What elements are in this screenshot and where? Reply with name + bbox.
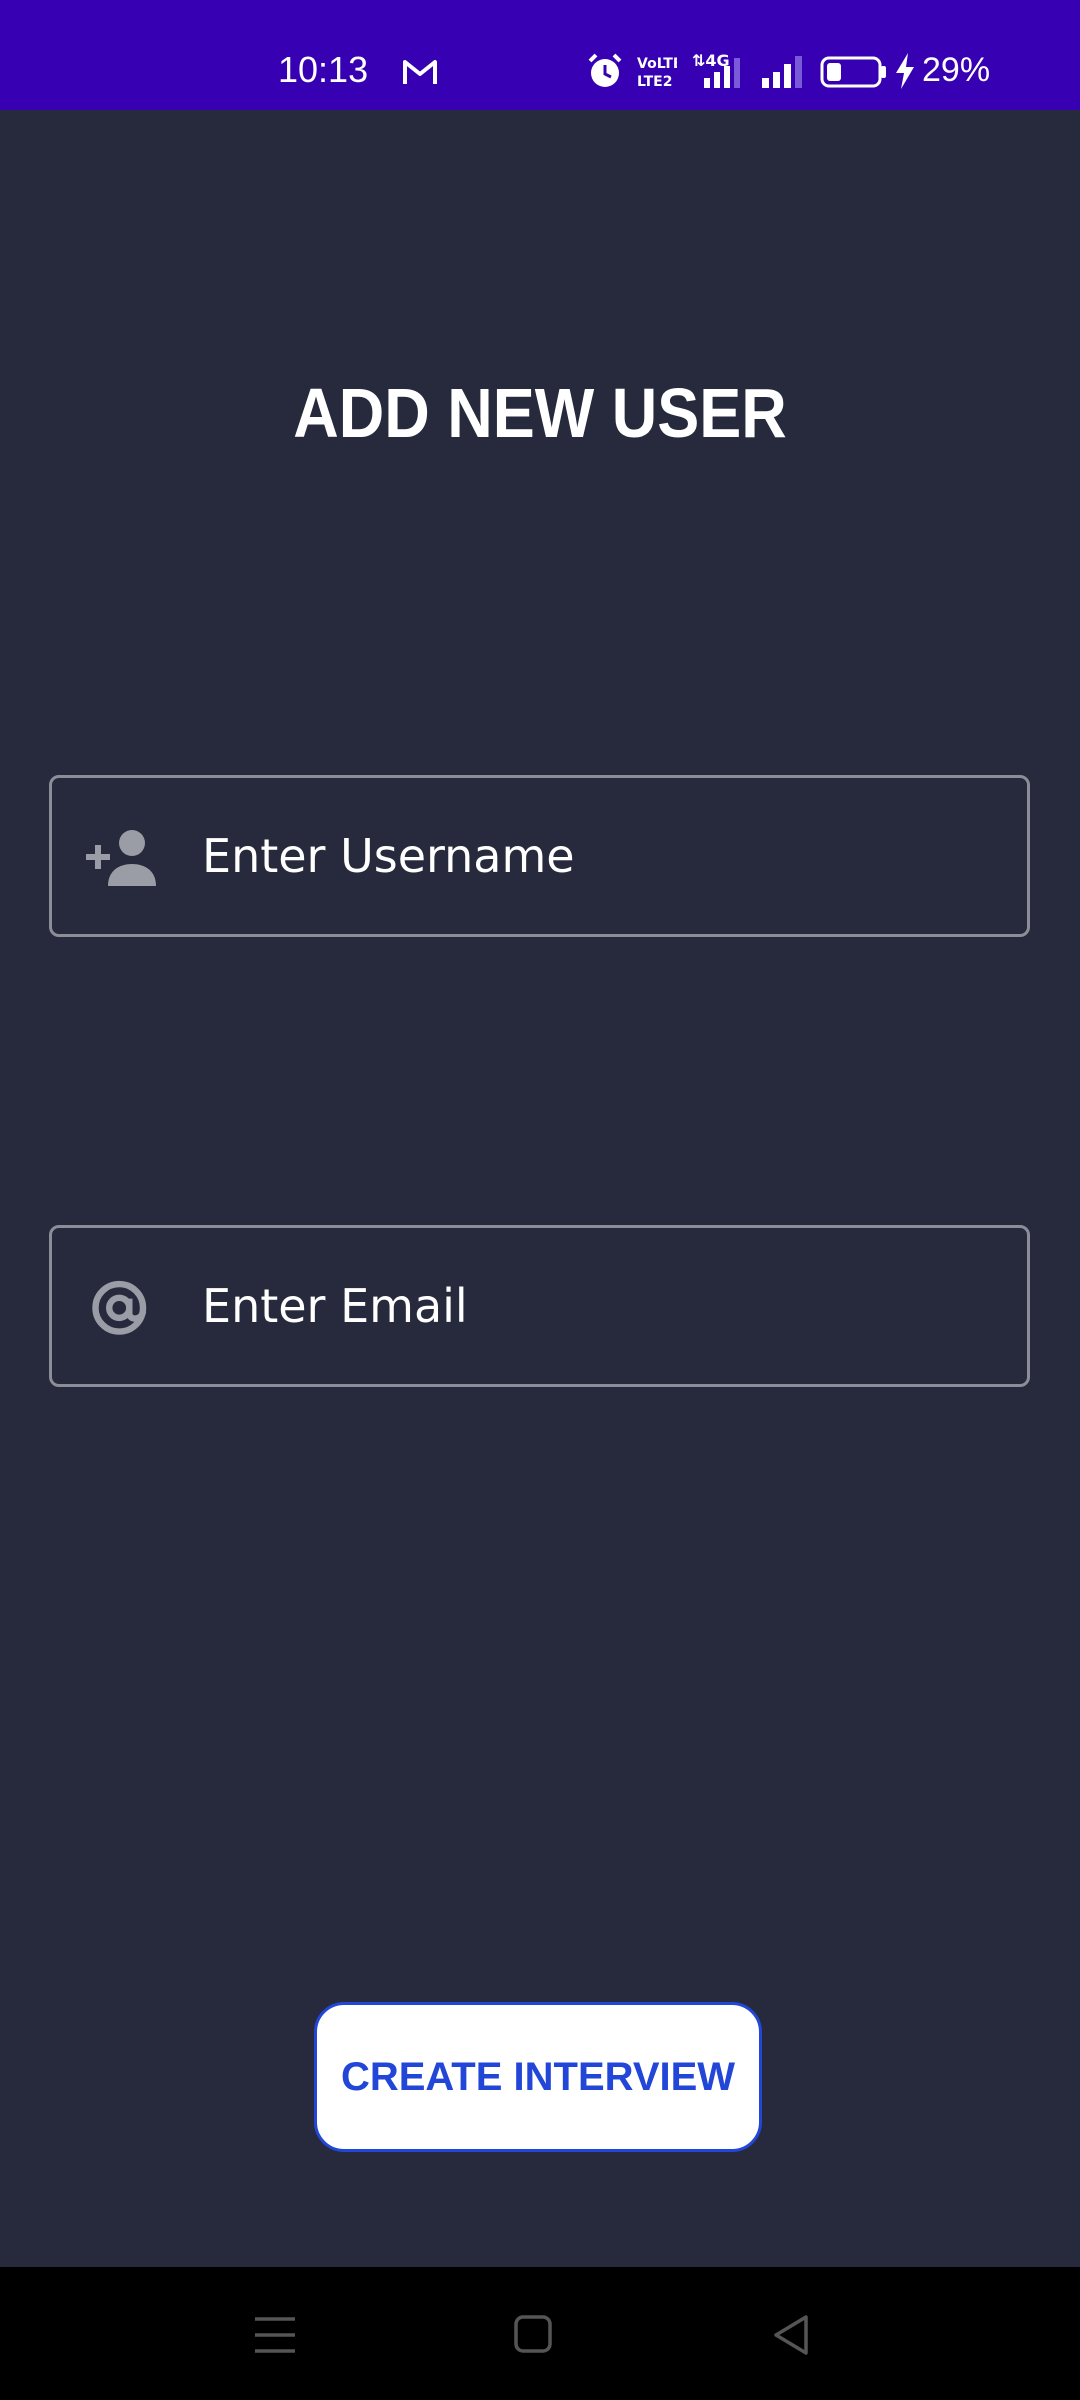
status-time: 10:13 (278, 49, 369, 90)
email-input[interactable] (202, 1228, 1002, 1384)
email-field[interactable] (49, 1225, 1030, 1387)
alarm-icon (588, 53, 622, 87)
username-field[interactable] (49, 775, 1030, 937)
add-person-icon (86, 830, 156, 886)
create-interview-button[interactable]: CREATE INTERVIEW (314, 2002, 762, 2152)
back-icon[interactable] (762, 2305, 822, 2365)
signal-4g-icon: ⇅4G (692, 51, 740, 88)
username-input[interactable] (202, 778, 1002, 934)
battery-percentage: 29% (922, 51, 991, 89)
charging-icon (896, 53, 914, 89)
at-sign-icon (92, 1280, 147, 1335)
battery-icon (820, 56, 886, 88)
signal-icon (762, 56, 802, 88)
page-title: ADD NEW USER (293, 374, 787, 452)
volte-icon: VoLTE LTE2 (637, 56, 677, 88)
menu-icon[interactable] (245, 2305, 305, 2365)
navigation-bar (0, 2267, 1080, 2400)
status-bar: 10:13 VoLTE LTE2 ⇅4G 29% (0, 0, 1080, 110)
svg-text:VoLTE: VoLTE (637, 56, 677, 72)
home-icon[interactable] (503, 2305, 563, 2365)
svg-text:LTE2: LTE2 (637, 74, 672, 88)
gmail-icon (403, 60, 437, 84)
add-user-screen: ADD NEW USER CREATE INTERVIEW (0, 110, 1080, 2267)
